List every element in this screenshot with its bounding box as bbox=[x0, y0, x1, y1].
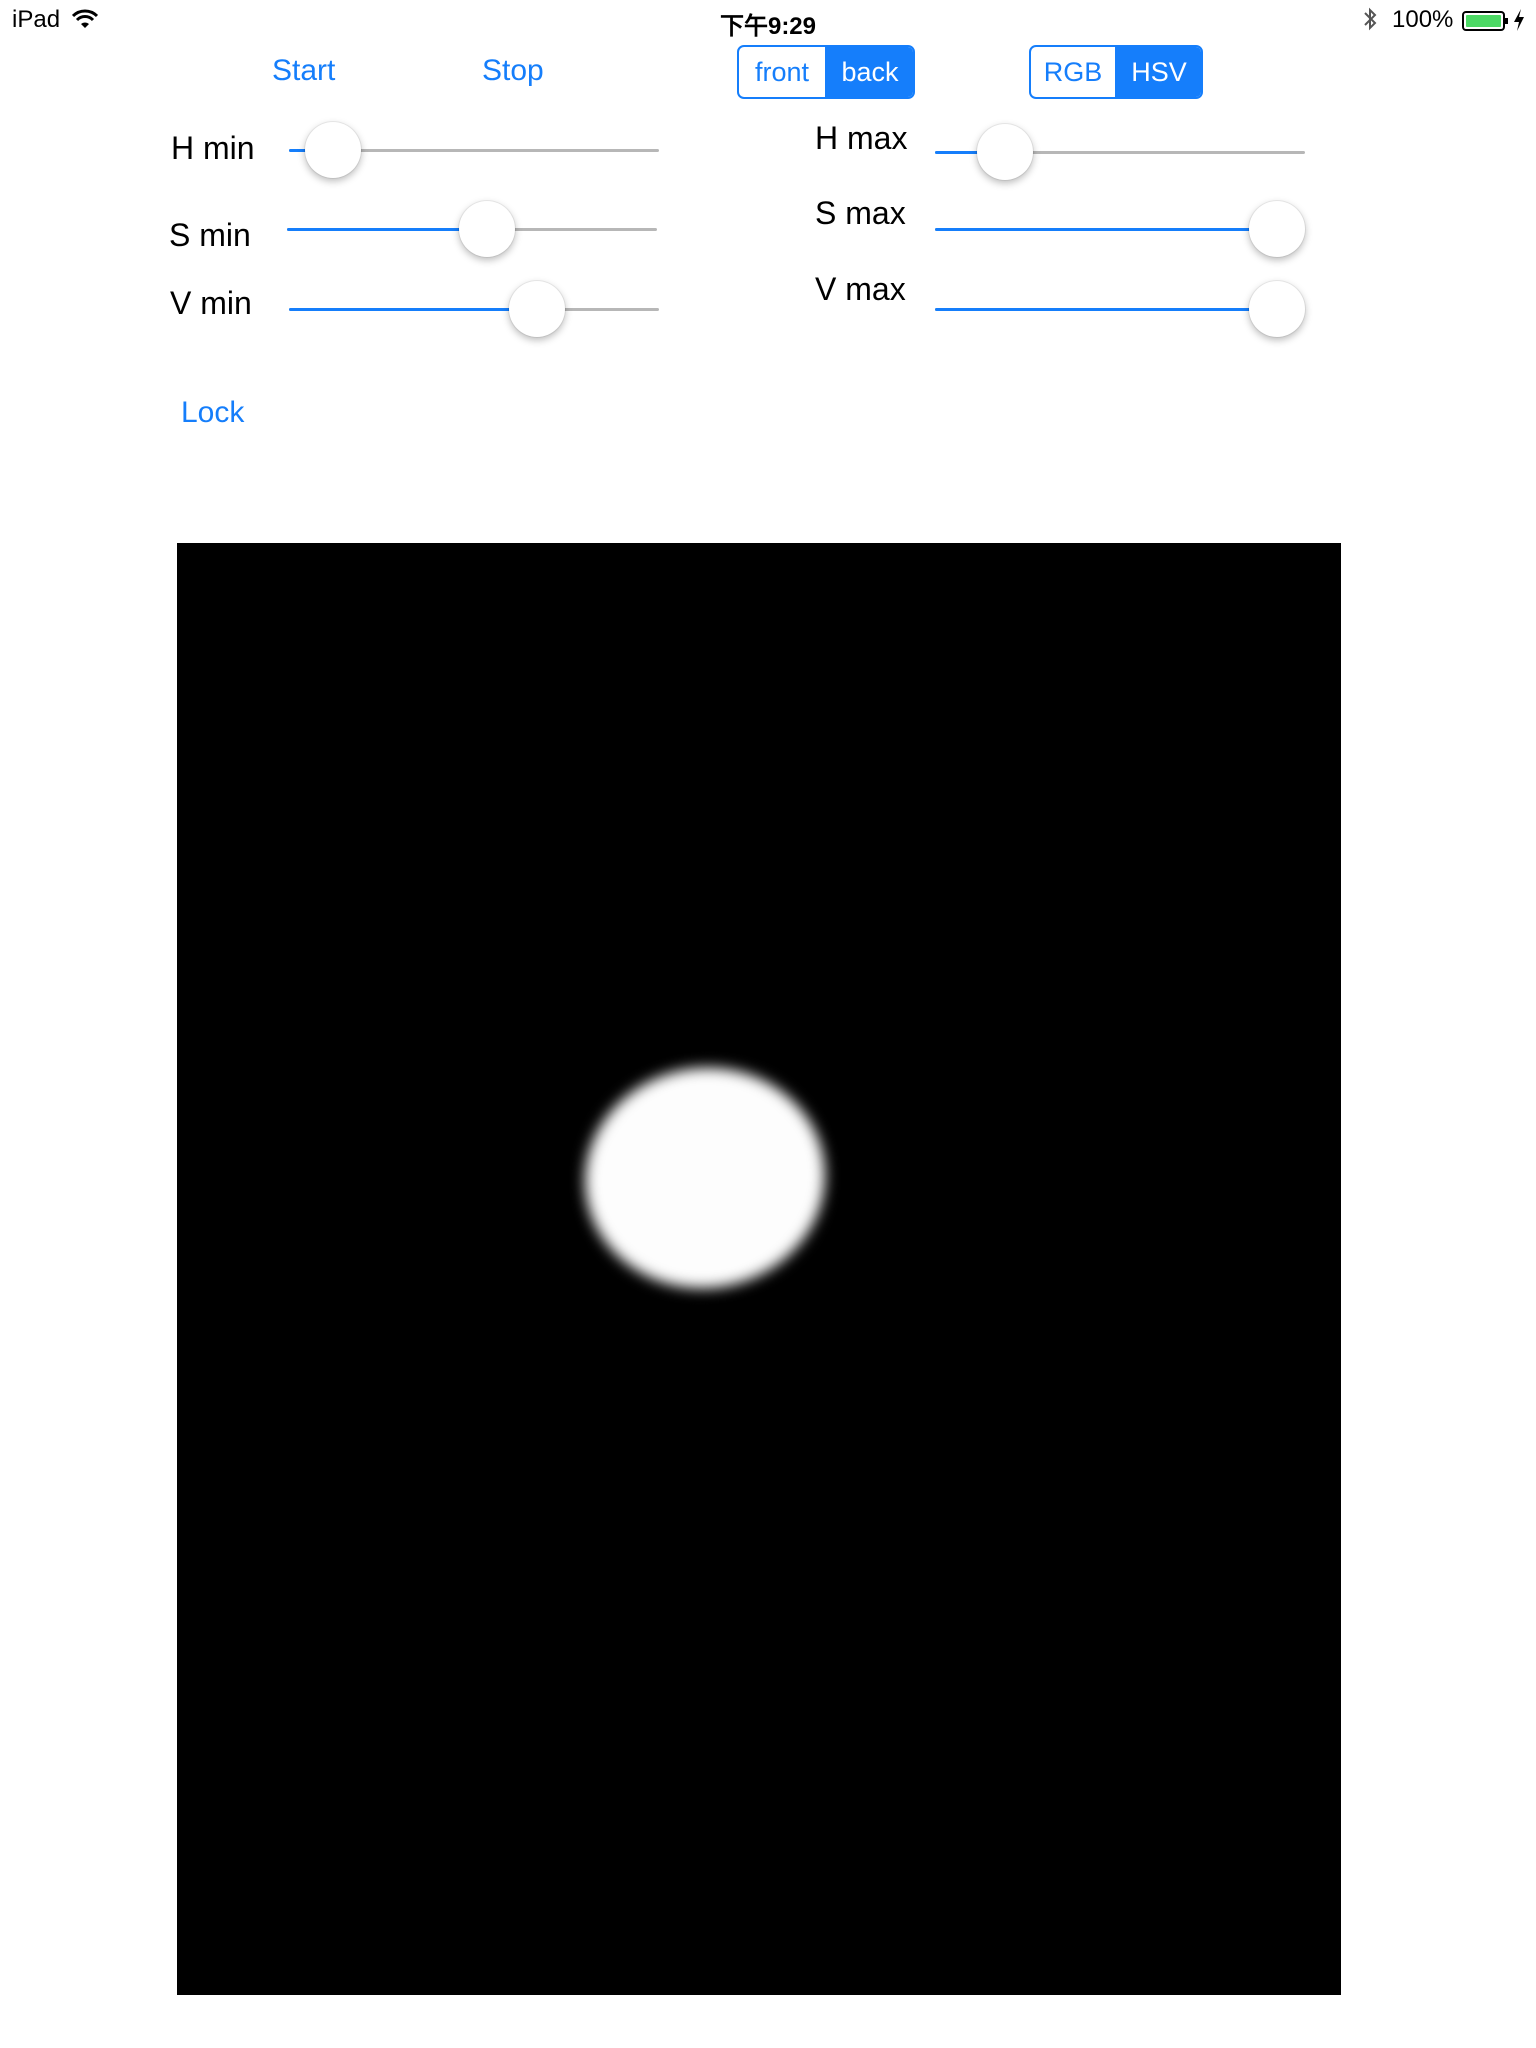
slider-fill bbox=[287, 228, 487, 231]
segment-hsv[interactable]: HSV bbox=[1115, 47, 1201, 97]
camera-preview bbox=[177, 543, 1341, 1995]
detected-blob bbox=[570, 1052, 840, 1304]
h-min-slider[interactable] bbox=[289, 120, 659, 180]
start-button[interactable]: Start bbox=[272, 54, 335, 88]
slider-thumb[interactable] bbox=[508, 281, 565, 337]
battery-percentage: 100% bbox=[1392, 6, 1454, 33]
status-bar: iPad 下午9:29 100% bbox=[0, 0, 1536, 40]
battery-icon bbox=[1462, 11, 1508, 31]
color-mode-segmented-control[interactable]: RGB HSV bbox=[1029, 45, 1203, 99]
h-min-label: H min bbox=[171, 130, 255, 166]
h-max-slider[interactable] bbox=[935, 122, 1305, 182]
bluetooth-icon bbox=[1364, 7, 1377, 31]
s-max-label: S max bbox=[815, 195, 906, 231]
s-min-slider[interactable] bbox=[287, 199, 657, 259]
v-min-label: V min bbox=[170, 285, 252, 321]
charging-icon bbox=[1514, 9, 1524, 31]
slider-thumb[interactable] bbox=[305, 122, 362, 178]
slider-thumb[interactable] bbox=[977, 124, 1034, 180]
slider-thumb[interactable] bbox=[458, 201, 515, 257]
slider-thumb[interactable] bbox=[1249, 281, 1305, 337]
lock-button[interactable]: Lock bbox=[181, 396, 244, 430]
segment-back[interactable]: back bbox=[825, 47, 913, 97]
v-max-slider[interactable] bbox=[935, 279, 1305, 339]
status-time: 下午9:29 bbox=[719, 13, 817, 40]
s-max-slider[interactable] bbox=[935, 199, 1305, 259]
slider-fill bbox=[935, 308, 1277, 311]
h-max-label: H max bbox=[815, 120, 908, 156]
segment-front[interactable]: front bbox=[739, 47, 825, 97]
slider-thumb[interactable] bbox=[1249, 201, 1305, 257]
slider-fill bbox=[935, 228, 1277, 231]
v-min-slider[interactable] bbox=[289, 279, 659, 339]
s-min-label: S min bbox=[169, 217, 251, 253]
segment-rgb[interactable]: RGB bbox=[1031, 47, 1115, 97]
stop-button[interactable]: Stop bbox=[482, 54, 544, 88]
v-max-label: V max bbox=[815, 271, 906, 307]
slider-fill bbox=[289, 308, 537, 311]
camera-segmented-control[interactable]: front back bbox=[737, 45, 915, 99]
